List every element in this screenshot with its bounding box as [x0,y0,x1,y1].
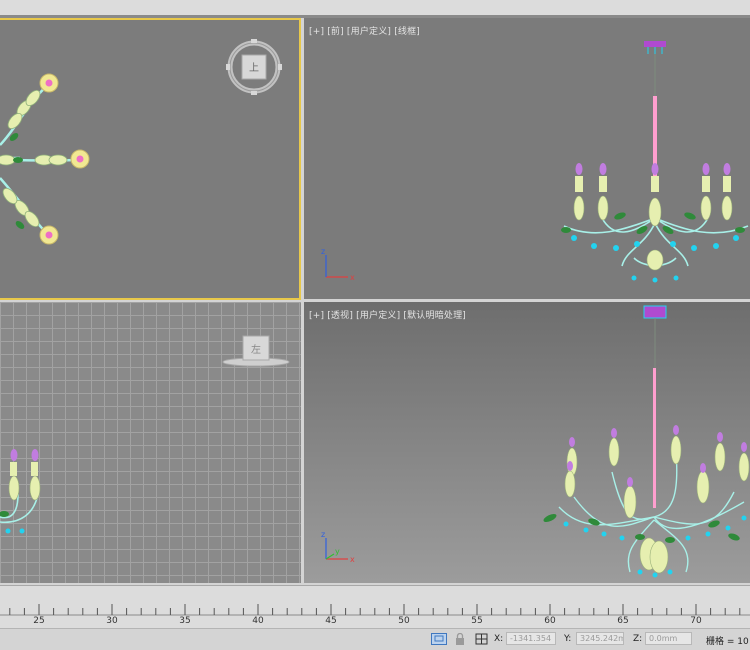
left-view-scene: 左 [0,335,290,534]
lock-icon[interactable] [454,633,466,645]
viewport-left[interactable]: 左 [0,302,301,583]
timeline-tick-label: 65 [617,616,629,626]
y-coord-field[interactable]: 3245.242m [576,632,624,645]
timeline[interactable]: 25 30 35 40 45 50 55 60 65 70 [0,585,750,628]
status-bar: X: -1341.354 Y: 3245.242m Z: 0.0mm 栅格 = … [0,628,750,650]
svg-text:左: 左 [251,343,261,356]
absolute-mode-icon[interactable] [475,633,489,645]
svg-text:z: z [321,247,325,256]
svg-text:上: 上 [249,62,259,74]
z-coord-label: Z: [633,634,643,644]
svg-text:x: x [350,555,355,564]
viewport-perspective[interactable]: [+] [透视] [用户定义] [默认明暗处理] x y z [304,302,750,583]
viewport-top[interactable]: 上 [0,18,301,300]
svg-text:z: z [321,530,325,539]
x-coord-label: X: [494,634,504,644]
selection-mode-icon[interactable] [431,633,447,645]
menu-strip [0,0,750,15]
axis-tripod-icon: x y z [321,530,355,564]
viewcube-left-icon[interactable]: 左 [222,335,290,367]
front-view-scene: x z [321,41,749,283]
timeline-ruler [0,604,750,616]
timeline-tick-label: 30 [106,616,118,626]
svg-text:y: y [335,547,340,556]
y-coord-label: Y: [564,634,572,644]
z-coord-field[interactable]: 0.0mm [645,632,692,645]
viewport-front[interactable]: [+] [前] [用户定义] [线框] x z [304,18,750,299]
timeline-tick-label: 40 [252,616,264,626]
timeline-tick-label: 35 [179,616,191,626]
timeline-tick-label: 50 [398,616,410,626]
x-coord-field[interactable]: -1341.354 [506,632,556,645]
svg-text:x: x [350,273,355,282]
viewcube-top-icon[interactable]: 上 [0,20,299,298]
grid-size-readout: 栅格 = 10 [706,637,749,647]
timeline-tick-label: 70 [690,616,702,626]
timeline-tick-label: 45 [325,616,337,626]
timeline-tick-label: 25 [33,616,45,626]
perspective-view-scene: x y z [321,305,750,578]
axis-tripod-icon: x z [321,247,355,282]
timeline-tick-label: 60 [544,616,556,626]
timeline-tick-label: 55 [471,616,483,626]
